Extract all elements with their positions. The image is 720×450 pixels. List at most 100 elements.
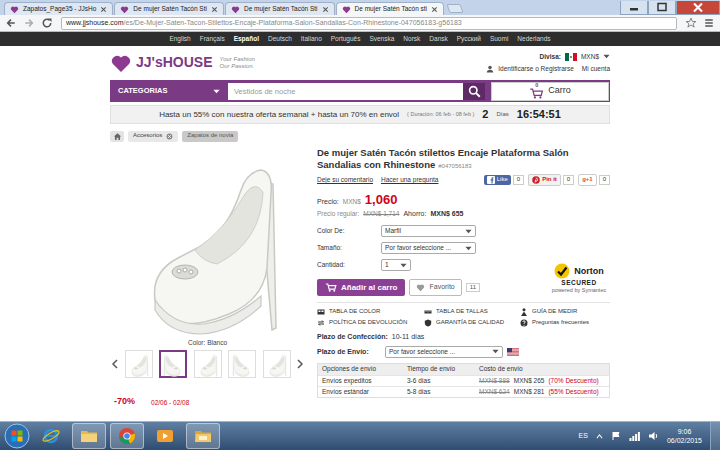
language-link[interactable]: Français	[200, 35, 225, 43]
question-link[interactable]: Hacer una pregunta	[381, 176, 438, 184]
shipping-select-value[interactable]: Por favor seleccione ...	[389, 348, 455, 356]
option-select[interactable]: Por favor seleccione ...	[381, 242, 476, 254]
info-link-label[interactable]: Preguntas frecuentes	[532, 319, 589, 327]
network-icon[interactable]	[629, 431, 640, 441]
close-tab-icon[interactable]	[431, 6, 438, 13]
info-link[interactable]: TABLA DE COLOR	[317, 308, 424, 316]
share-label[interactable]: g+1	[582, 176, 593, 184]
minimize-icon[interactable]	[620, 1, 648, 15]
shipping-option-row[interactable]: Envíos expeditos3-6 díasMXN$ 888MXN$ 265…	[318, 375, 609, 386]
breadcrumb-label[interactable]: Zapatos de novia	[187, 132, 233, 140]
bookmark-star-icon[interactable]	[684, 16, 698, 30]
tab-title[interactable]: De mujer Satén Tacón Sti	[133, 5, 207, 13]
thumbnail[interactable]	[125, 350, 153, 378]
info-link-label[interactable]: GARANTÍA DE CALIDAD	[436, 319, 504, 327]
currency-value[interactable]: MXN$	[581, 53, 599, 61]
taskbar-app[interactable]	[110, 423, 144, 449]
norton-badge[interactable]: NortonSECUREDpowered by Symantec	[548, 263, 610, 294]
info-link-label[interactable]: GUÍA DE MEDIR	[532, 308, 577, 316]
browser-tab[interactable]: De mujer Satén Tacón Sti	[114, 2, 224, 15]
search-input[interactable]	[228, 83, 463, 100]
home-link[interactable]	[110, 131, 124, 142]
thumbnail[interactable]	[194, 350, 222, 378]
url-field[interactable]: www.jjshouse.com/es/De-Mujer-Saten-Tacon…	[61, 17, 677, 30]
language-link[interactable]: Русский	[457, 35, 481, 43]
logo-heart-icon[interactable]	[110, 52, 132, 74]
my-account-link[interactable]: Mi cuenta	[582, 65, 610, 73]
info-link[interactable]: GUÍA DE MEDIR	[520, 308, 610, 316]
tray-arrow-icon[interactable]	[596, 433, 603, 440]
share-label[interactable]: Like	[497, 176, 508, 184]
shipping-option-row[interactable]: Envíos estándar5-8 díasMXN$ 624MXN$ 281(…	[318, 386, 609, 397]
info-link-label[interactable]: POLÍTICA DE DEVOLUCIÓN	[329, 319, 407, 327]
option-value[interactable]: Marfil	[385, 227, 401, 235]
taskbar-app[interactable]	[148, 423, 182, 449]
product-image[interactable]	[110, 147, 305, 337]
back-arrow-icon[interactable]	[4, 16, 18, 30]
login-text[interactable]: Identificarse o Registrarse	[498, 65, 574, 73]
info-link[interactable]: Preguntas frecuentes	[520, 319, 610, 327]
login-link[interactable]: Identificarse o Registrarse	[486, 65, 574, 73]
breadcrumb-item[interactable]: Accesorios	[128, 131, 178, 142]
search-button[interactable]	[463, 83, 485, 100]
info-link[interactable]: POLÍTICA DE DEVOLUCIÓN	[317, 319, 424, 327]
share-button[interactable]: Like	[484, 175, 511, 185]
option-value[interactable]: 1	[385, 261, 389, 269]
language-link[interactable]: Dansk	[429, 35, 447, 43]
add-to-cart-button[interactable]: Añadir al carro	[317, 279, 405, 296]
language-indicator[interactable]: ES	[579, 432, 588, 441]
info-link-label[interactable]: TABLA DE COLOR	[329, 308, 380, 316]
close-tab-icon[interactable]	[322, 6, 329, 13]
start-button-icon[interactable]	[4, 423, 30, 449]
option-value[interactable]: Por favor seleccione ...	[385, 244, 451, 252]
language-link[interactable]: Deutsch	[268, 35, 292, 43]
language-link[interactable]: Português	[331, 35, 361, 43]
reload-icon[interactable]	[40, 16, 54, 30]
next-arrow-icon[interactable]	[297, 359, 303, 369]
language-link[interactable]: Español	[234, 35, 259, 43]
language-link[interactable]: English	[169, 35, 190, 43]
tab-title[interactable]: Zapatos_Page35 - JJsHo	[23, 5, 96, 13]
browser-tab[interactable]: De mujer Satén Tacón Sti	[225, 2, 335, 15]
info-link[interactable]: TABLA DE TALLAS	[424, 308, 520, 316]
forward-arrow-icon[interactable]	[22, 16, 36, 30]
new-tab-button[interactable]	[446, 4, 463, 13]
tab-title[interactable]: De mujer Satén Tacón Sti	[244, 5, 318, 13]
breadcrumb-label[interactable]: Accesorios	[133, 132, 162, 140]
clock[interactable]: 9:0606/02/2015	[667, 427, 702, 445]
shipping-select[interactable]: Por favor seleccione ...	[385, 346, 503, 358]
language-link[interactable]: Norsk	[403, 35, 420, 43]
thumbnail[interactable]	[263, 350, 291, 378]
option-select[interactable]: 1	[381, 259, 411, 271]
browser-tab[interactable]: De mujer Satén Tacón sti	[336, 2, 445, 15]
thumbnail[interactable]	[159, 350, 187, 378]
currency-selector[interactable]: Divisa:MXN$	[540, 53, 610, 61]
volume-icon[interactable]	[648, 431, 659, 441]
favorite-label[interactable]: Favorito	[429, 283, 454, 291]
cart-label[interactable]: Carro	[548, 85, 571, 96]
info-link-label[interactable]: TABLA DE TALLAS	[436, 308, 488, 316]
favorite-button[interactable]: Favorito	[409, 279, 461, 296]
language-link[interactable]: Suomi	[490, 35, 508, 43]
maximize-icon[interactable]	[648, 1, 676, 15]
action-center-flag-icon[interactable]	[611, 431, 621, 441]
language-link[interactable]: Nederlands	[517, 35, 550, 43]
clock-time[interactable]: 9:06	[678, 427, 692, 436]
review-link[interactable]: Deje su comentario	[317, 176, 373, 184]
show-desktop-button[interactable]	[710, 422, 720, 450]
language-link[interactable]: Svenska	[369, 35, 394, 43]
close-tab-icon[interactable]	[211, 6, 218, 13]
url-path[interactable]: /es/De-Mujer-Saten-Tacon-Stilettos-Encaj…	[124, 19, 462, 28]
close-tab-icon[interactable]	[100, 6, 107, 13]
logo[interactable]: JJ'sHOUSEYour FashionOur Passion.	[110, 52, 255, 74]
browser-tab[interactable]: Zapatos_Page35 - JJsHo	[4, 2, 113, 15]
url-host[interactable]: www.jjshouse.com	[66, 19, 124, 28]
categories-label[interactable]: CATEGORIAS	[118, 86, 167, 95]
logo-text[interactable]: JJ'sHOUSE	[136, 54, 212, 72]
clock-date[interactable]: 06/02/2015	[667, 436, 702, 445]
taskbar-app[interactable]	[34, 423, 68, 449]
close-window-icon[interactable]	[676, 1, 720, 15]
previous-arrow-icon[interactable]	[112, 359, 118, 369]
option-select[interactable]: Marfil	[381, 225, 476, 237]
share-button[interactable]: g+1	[578, 174, 597, 186]
